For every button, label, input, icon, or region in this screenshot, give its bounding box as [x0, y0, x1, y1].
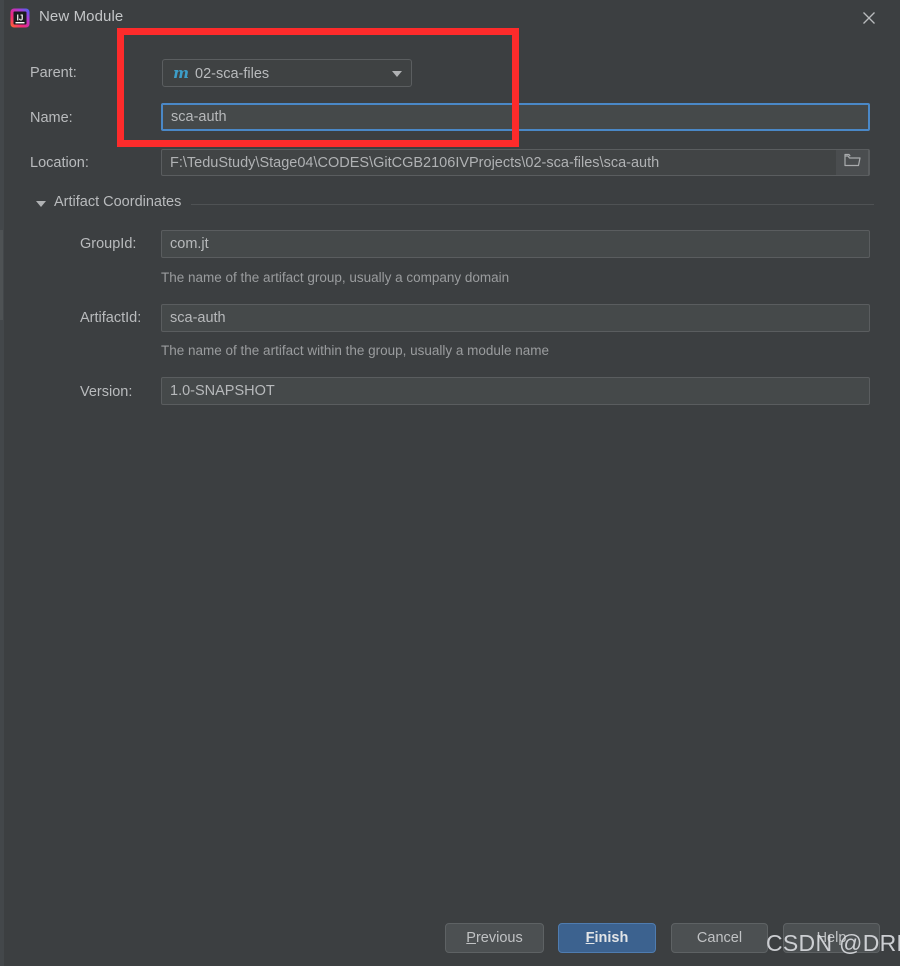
folder-icon — [843, 153, 861, 172]
parent-label: Parent: — [30, 65, 77, 81]
intellij-idea-logo-icon: IJ — [10, 8, 30, 28]
artifact-coordinates-title: Artifact Coordinates — [54, 194, 182, 210]
location-input[interactable]: F:\TeduStudy\Stage04\CODES\GitCGB2106IVP… — [161, 149, 870, 176]
group-id-input[interactable]: com.jt — [161, 230, 870, 258]
parent-dropdown[interactable]: m 02-sca-files — [162, 59, 412, 87]
finish-button-label: inish — [594, 930, 629, 946]
maven-module-icon: m — [173, 64, 189, 82]
artifact-id-hint: The name of the artifact within the grou… — [161, 343, 549, 358]
name-input[interactable]: sca-auth — [161, 103, 870, 131]
chevron-down-icon — [392, 71, 402, 77]
triangle-down-icon — [36, 201, 46, 207]
group-id-label: GroupId: — [80, 236, 137, 252]
new-module-dialog: IJ New Module Parent: m 02-sca-files Nam… — [0, 0, 900, 966]
previous-button[interactable]: Previous — [445, 923, 544, 953]
version-label: Version: — [80, 384, 133, 400]
location-label: Location: — [30, 155, 89, 171]
close-button[interactable] — [846, 2, 892, 34]
background-ide-window-edge — [0, 0, 4, 966]
dialog-title-bar: IJ New Module — [0, 0, 900, 36]
cancel-button[interactable]: Cancel — [671, 923, 768, 953]
name-label: Name: — [30, 110, 73, 126]
finish-button[interactable]: Finish — [558, 923, 656, 953]
finish-button-mnemonic: F — [585, 930, 595, 946]
version-input[interactable]: 1.0-SNAPSHOT — [161, 377, 870, 405]
artifact-id-input[interactable]: sca-auth — [161, 304, 870, 332]
watermark-text: CSDN @DRHJ — [766, 930, 900, 956]
close-icon — [862, 11, 876, 25]
group-id-hint: The name of the artifact group, usually … — [161, 270, 510, 285]
previous-button-label: revious — [475, 930, 523, 946]
artifact-coordinates-section-header[interactable]: Artifact Coordinates — [36, 194, 874, 214]
parent-selected-value: 02-sca-files — [195, 66, 270, 82]
previous-button-mnemonic: P — [466, 930, 476, 946]
artifact-id-label: ArtifactId: — [80, 310, 142, 326]
svg-text:IJ: IJ — [17, 14, 24, 23]
section-separator — [191, 204, 874, 205]
location-browse-button[interactable] — [836, 149, 869, 176]
dialog-title: New Module — [39, 8, 124, 25]
